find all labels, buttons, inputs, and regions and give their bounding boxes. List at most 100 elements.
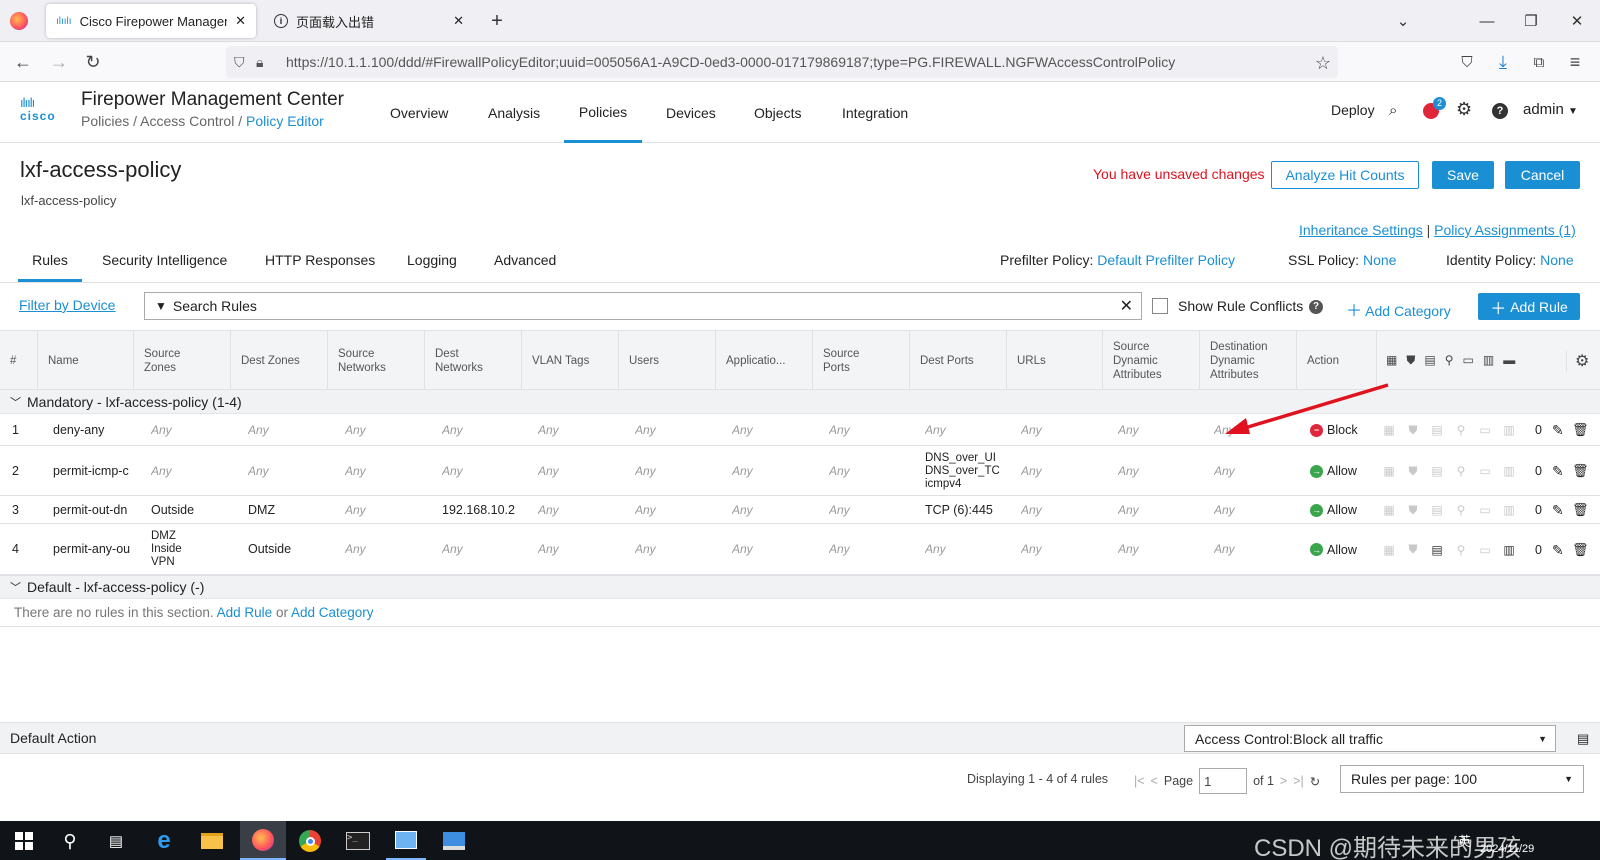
deploy-button[interactable]: Deploy <box>1331 102 1375 118</box>
first-page-icon[interactable]: |< <box>1134 774 1145 788</box>
table-row[interactable]: 3 permit-out-dn Outside DMZ Any 192.168.10.2 A… <box>0 496 1600 524</box>
close-tab-icon[interactable]: ✕ <box>453 13 464 29</box>
close-tab-icon[interactable]: ✕ <box>235 13 246 29</box>
user-menu[interactable]: admin ▼ <box>1523 101 1578 118</box>
tab-security-intelligence[interactable]: Security Intelligence <box>102 252 227 282</box>
reload-icon[interactable]: ↻ <box>80 49 106 75</box>
next-page-icon[interactable]: > <box>1280 774 1287 788</box>
snipping-tool-icon[interactable] <box>386 821 426 860</box>
rule-action[interactable]: → Allow <box>1310 464 1357 478</box>
edge-icon[interactable]: e <box>144 825 184 857</box>
edit-icon[interactable]: ✎ <box>1552 502 1564 519</box>
save-button[interactable]: Save <box>1432 161 1494 189</box>
new-tab-icon[interactable]: + <box>484 8 510 34</box>
table-settings-icon[interactable]: ⚙ <box>1566 351 1589 371</box>
pocket-icon[interactable]: ⛉ <box>1454 49 1480 75</box>
table-row[interactable]: 4 permit-any-ou DMZ Inside VPN Outside Any An… <box>0 524 1600 575</box>
last-page-icon[interactable]: >| <box>1293 774 1304 788</box>
help-icon[interactable]: ? <box>1309 300 1323 314</box>
chevron-down-icon[interactable]: ﹀ <box>10 579 21 595</box>
col-dest-networks[interactable]: Dest Networks <box>425 331 522 391</box>
col-source-dynamic-attributes[interactable]: Source Dynamic Attributes <box>1103 331 1200 391</box>
policy-assignments-link[interactable]: Policy Assignments (1) <box>1434 222 1576 238</box>
search-rules-input[interactable]: ▼ Search Rules ✕ <box>144 292 1142 320</box>
close-window-icon[interactable]: ✕ <box>1564 8 1590 34</box>
col-dest-zones[interactable]: Dest Zones <box>231 331 328 391</box>
default-action-select[interactable]: Access Control:Block all traffic ▼ <box>1184 725 1556 752</box>
extensions-icon[interactable]: ⧉ <box>1526 49 1552 75</box>
add-rule-link[interactable]: Add Rule <box>217 605 273 620</box>
col-urls[interactable]: URLs <box>1007 331 1103 391</box>
col-source-zones[interactable]: Source Zones <box>134 331 231 391</box>
tab-advanced[interactable]: Advanced <box>494 252 556 282</box>
add-category-button[interactable]: ＋ Add Category <box>1346 297 1451 321</box>
table-row[interactable]: 2 permit-icmp-c Any Any Any Any Any Any Any Any DN… <box>0 446 1600 496</box>
col-dest-ports[interactable]: Dest Ports <box>910 331 1007 391</box>
tab-error[interactable]: i 页面载入出错 ✕ <box>264 4 474 38</box>
help-icon[interactable]: ? <box>1492 103 1508 119</box>
downloads-icon[interactable]: ⤓ <box>1490 49 1516 75</box>
page-input[interactable]: 1 <box>1199 768 1248 794</box>
policy-list-icon[interactable]: ▤ <box>1577 731 1589 747</box>
remote-desktop-icon[interactable] <box>434 825 474 857</box>
refresh-icon[interactable]: ↻ <box>1310 774 1320 789</box>
ime-indicator[interactable]: 英 <box>1458 831 1471 850</box>
edit-icon[interactable]: ✎ <box>1552 422 1564 439</box>
col-vlan-tags[interactable]: VLAN Tags <box>522 331 619 391</box>
delete-icon[interactable]: 🗑︎ <box>1572 463 1589 479</box>
restore-icon[interactable]: ❐ <box>1518 8 1544 34</box>
clear-search-icon[interactable]: ✕ <box>1120 296 1133 316</box>
nav-analysis[interactable]: Analysis <box>488 83 540 143</box>
delete-icon[interactable]: 🗑︎ <box>1572 542 1589 558</box>
delete-icon[interactable]: 🗑︎ <box>1572 502 1589 518</box>
back-icon[interactable]: ← <box>10 49 36 75</box>
add-rule-button[interactable]: ＋ Add Rule <box>1478 293 1580 320</box>
analyze-hit-counts-button[interactable]: Analyze Hit Counts <box>1271 161 1419 189</box>
prev-page-icon[interactable]: < <box>1151 774 1158 788</box>
terminal-icon[interactable]: >_ <box>338 825 378 857</box>
nav-integration[interactable]: Integration <box>842 83 908 143</box>
filter-by-device-link[interactable]: Filter by Device <box>19 297 115 313</box>
list-tabs-icon[interactable]: ⌄ <box>1390 8 1416 34</box>
nav-objects[interactable]: Objects <box>754 83 801 143</box>
firefox-icon[interactable] <box>240 821 286 860</box>
minimize-icon[interactable]: — <box>1474 8 1500 34</box>
show-rule-conflicts-checkbox[interactable] <box>1152 298 1168 314</box>
search-icon[interactable]: ⌕ <box>1389 102 1397 119</box>
nav-policies[interactable]: Policies <box>564 83 642 143</box>
app-menu-icon[interactable]: ≡ <box>1562 49 1588 75</box>
chrome-icon[interactable] <box>290 825 330 857</box>
edit-icon[interactable]: ✎ <box>1552 463 1564 480</box>
edit-icon[interactable]: ✎ <box>1552 542 1564 559</box>
rule-action[interactable]: → Allow <box>1310 503 1357 517</box>
section-default[interactable]: ﹀ Default - lxf-access-policy (-) <box>0 575 1600 599</box>
file-policy-icon: ▤ <box>1431 542 1443 557</box>
forward-icon[interactable]: → <box>46 49 72 75</box>
tab-http-responses[interactable]: HTTP Responses <box>265 252 375 282</box>
file-explorer-icon[interactable] <box>192 825 232 857</box>
task-view-icon[interactable]: ▤ <box>96 825 136 857</box>
windows-start-icon[interactable] <box>4 825 44 857</box>
col-applications[interactable]: Applicatio... <box>716 331 813 391</box>
cancel-button[interactable]: Cancel <box>1505 161 1580 189</box>
tab-logging[interactable]: Logging <box>407 252 457 282</box>
gear-icon[interactable]: ⚙ <box>1456 99 1472 120</box>
tab-firepower[interactable]: ılıılı Cisco Firepower Managemen ✕ <box>46 4 256 38</box>
col-source-networks[interactable]: Source Networks <box>328 331 425 391</box>
chevron-down-icon[interactable]: ﹀ <box>10 394 21 410</box>
nav-overview[interactable]: Overview <box>390 83 448 143</box>
col-source-ports[interactable]: Source Ports <box>813 331 910 391</box>
rules-per-page-select[interactable]: Rules per page: 100 ▼ <box>1340 765 1584 793</box>
nav-devices[interactable]: Devices <box>666 83 716 143</box>
col-users[interactable]: Users <box>619 331 716 391</box>
inheritance-settings-link[interactable]: Inheritance Settings <box>1299 222 1423 238</box>
delete-icon[interactable]: 🗑︎ <box>1572 422 1589 438</box>
add-category-link[interactable]: Add Category <box>291 605 374 620</box>
firefox-menu-icon[interactable] <box>10 12 28 30</box>
url-bar[interactable]: ⛉ 🔒︎ https://10.1.1.100/ddd/#FirewallPol… <box>226 46 1338 78</box>
search-icon[interactable]: ⚲ <box>50 825 90 857</box>
col-name[interactable]: Name <box>38 331 134 391</box>
bookmark-star-icon[interactable]: ☆ <box>1310 50 1336 76</box>
tab-rules[interactable]: Rules <box>18 252 82 282</box>
rule-action[interactable]: → Allow <box>1310 543 1357 557</box>
